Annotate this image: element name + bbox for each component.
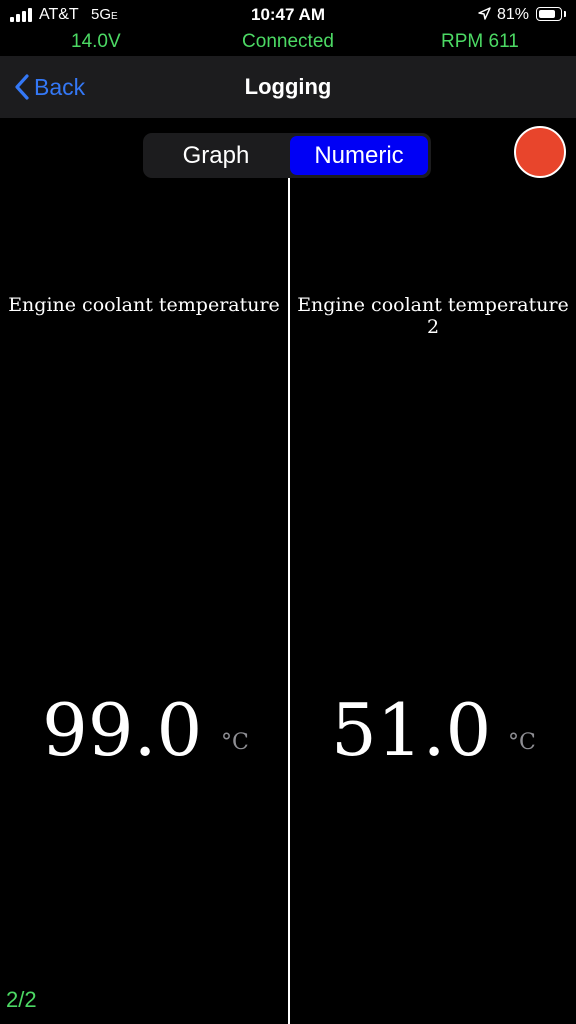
location-arrow-icon bbox=[478, 7, 491, 23]
gauge-unit: °C bbox=[508, 730, 536, 755]
segment-numeric[interactable]: Numeric bbox=[290, 136, 428, 175]
battery-percent: 81% bbox=[497, 6, 530, 23]
view-mode-segmented-control: Graph Numeric bbox=[143, 133, 431, 178]
battery-icon bbox=[536, 7, 566, 21]
record-button[interactable] bbox=[514, 126, 566, 178]
gauge-panel-coolant-2: Engine coolant temperature 2 51.0 °C bbox=[290, 178, 576, 1024]
gauge-value: 99.0 bbox=[42, 688, 203, 772]
rpm-readout: RPM 611 bbox=[441, 31, 519, 52]
page-indicator: 2/2 bbox=[6, 987, 37, 1012]
gauge-value: 51.0 bbox=[331, 688, 492, 772]
status-bar: AT&T 5GE 10:47 AM 81% bbox=[0, 0, 576, 30]
segment-graph[interactable]: Graph bbox=[146, 136, 286, 175]
battery-fill bbox=[539, 10, 555, 18]
battery-tip bbox=[564, 11, 566, 17]
telemetry-bar: 14.0V Connected RPM 611 bbox=[0, 30, 576, 56]
page-title: Logging bbox=[244, 74, 332, 99]
gauge-panel-coolant-1: Engine coolant temperature 99.0 °C bbox=[0, 178, 288, 1024]
gauge-label: Engine coolant temperature 2 bbox=[297, 294, 569, 338]
navigation-bar: Back Logging bbox=[0, 56, 576, 118]
gauge-label: Engine coolant temperature bbox=[8, 294, 280, 316]
gauge-unit: °C bbox=[221, 730, 249, 755]
